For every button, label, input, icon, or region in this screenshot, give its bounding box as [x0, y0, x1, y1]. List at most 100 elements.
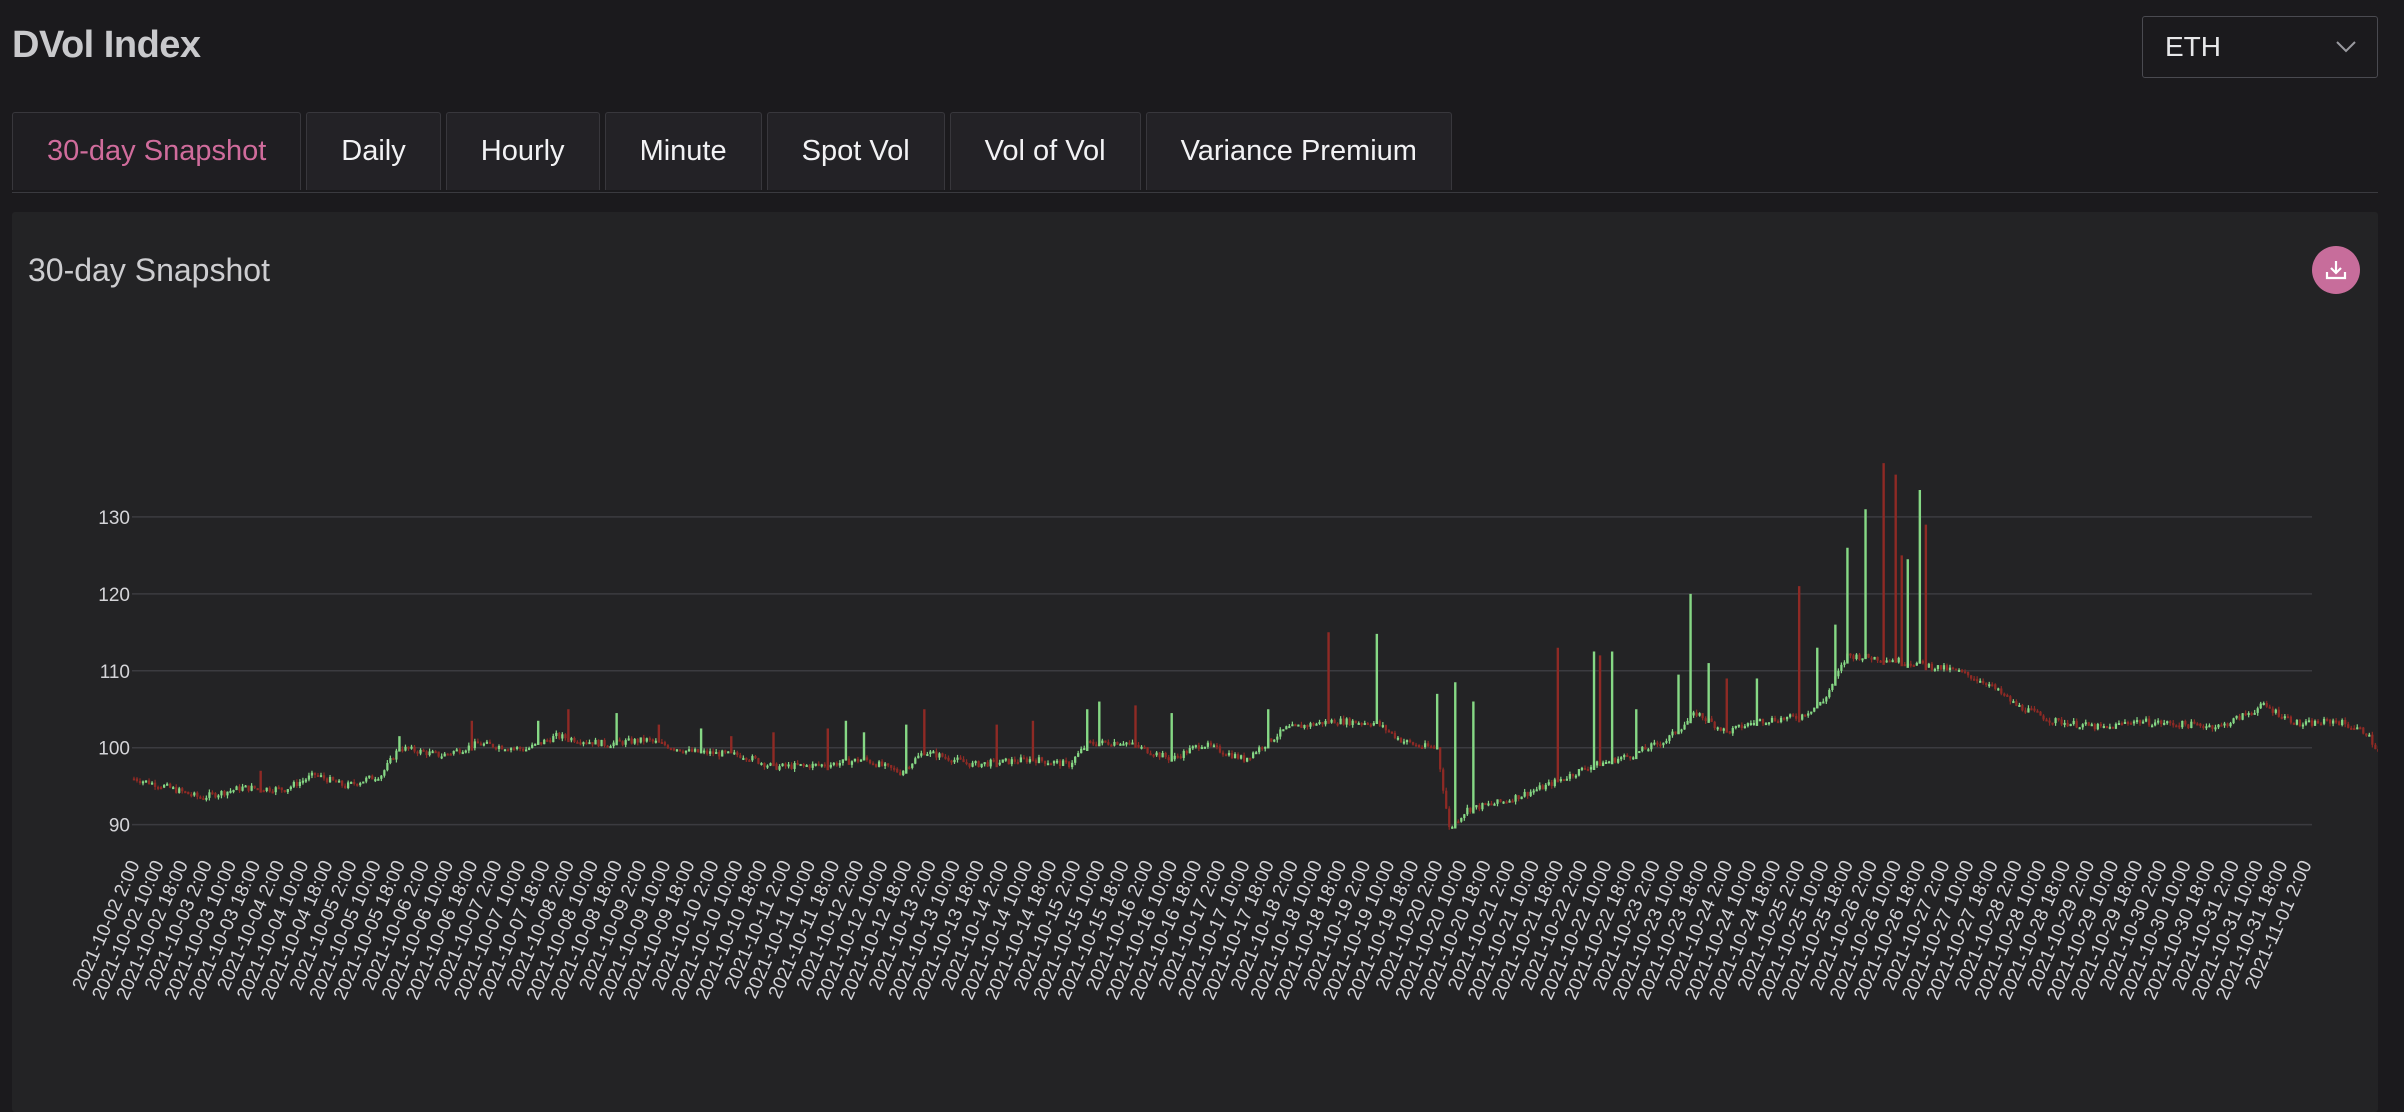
candle — [383, 770, 386, 776]
download-button[interactable] — [2312, 246, 2360, 294]
candle — [2316, 720, 2320, 724]
candle — [277, 787, 280, 790]
candle — [1686, 720, 1689, 725]
candle — [479, 743, 483, 746]
candle — [2141, 721, 2145, 724]
candle — [2262, 702, 2265, 705]
candle — [271, 791, 274, 794]
candle — [328, 776, 332, 783]
candle — [1276, 736, 1279, 740]
candle — [1315, 723, 1318, 726]
candle — [1722, 728, 1725, 731]
candle — [1641, 746, 1644, 752]
candle — [416, 751, 419, 754]
candle — [1867, 653, 1870, 658]
candle — [2175, 725, 2178, 728]
candle — [1297, 724, 1300, 727]
candle — [829, 764, 832, 768]
candle — [1804, 714, 1807, 717]
candle — [766, 765, 769, 768]
candle — [594, 739, 597, 745]
candle — [223, 791, 226, 796]
candle — [141, 781, 145, 784]
candle — [1101, 740, 1104, 744]
candle — [1414, 744, 1418, 747]
candle — [2181, 720, 2184, 728]
candle — [965, 762, 968, 765]
candle — [1152, 754, 1155, 757]
candle — [211, 792, 214, 795]
asset-select[interactable]: ETH — [2142, 16, 2378, 78]
candle — [1828, 690, 1831, 698]
candle — [2069, 724, 2072, 727]
candle — [1994, 684, 1997, 689]
candle — [787, 764, 790, 767]
candle — [347, 782, 350, 789]
candle — [1761, 719, 1765, 724]
candle — [2377, 749, 2378, 752]
candle — [534, 743, 537, 746]
candle — [428, 751, 431, 756]
candle — [582, 742, 585, 745]
candle — [1882, 660, 1885, 663]
candle — [166, 783, 169, 786]
tab-daily[interactable]: Daily — [306, 112, 441, 190]
candle — [1656, 742, 1659, 745]
candle — [528, 747, 531, 750]
tab-hourly[interactable]: Hourly — [445, 112, 600, 190]
candle — [1650, 743, 1653, 750]
candle — [890, 765, 893, 768]
candle — [844, 758, 848, 761]
tab-30-day-snapshot[interactable]: 30-day Snapshot — [12, 112, 302, 190]
candle — [600, 739, 603, 747]
candle — [1556, 779, 1559, 782]
candle — [1568, 774, 1572, 779]
candle — [896, 768, 899, 773]
candle — [226, 791, 229, 796]
candle — [1942, 665, 1946, 670]
candle — [1384, 725, 1388, 731]
tab-vol-of-vol[interactable]: Vol of Vol — [949, 112, 1141, 190]
candle — [1264, 746, 1267, 749]
candle — [440, 756, 443, 759]
candle — [437, 751, 440, 757]
candle — [1864, 653, 1867, 659]
candle — [775, 763, 778, 770]
candle — [196, 792, 199, 797]
candle — [1357, 722, 1360, 725]
candle — [1221, 752, 1225, 755]
candle — [1300, 724, 1303, 728]
candle — [2292, 722, 2296, 725]
candle — [172, 787, 175, 790]
candle — [2295, 719, 2299, 725]
candle — [280, 787, 283, 791]
candle — [389, 758, 392, 763]
candle — [1692, 712, 1695, 716]
candle — [304, 779, 308, 782]
candle — [2024, 710, 2027, 713]
candle — [2328, 719, 2332, 724]
candle — [914, 758, 917, 764]
candle — [2027, 708, 2030, 713]
candle — [1288, 726, 1291, 729]
candle — [458, 749, 461, 754]
candle — [2238, 715, 2241, 720]
candle — [1598, 761, 1602, 766]
candle — [1499, 799, 1502, 802]
candle — [2033, 708, 2036, 711]
tab-spot-vol[interactable]: Spot Vol — [766, 112, 945, 190]
candle — [1870, 657, 1873, 660]
candle — [1366, 722, 1369, 725]
candle — [905, 767, 908, 771]
candle — [1279, 729, 1282, 737]
tab-variance-premium[interactable]: Variance Premium — [1145, 112, 1452, 190]
candle — [588, 742, 591, 745]
candle — [2102, 726, 2105, 729]
candle — [377, 778, 380, 781]
candle — [150, 782, 154, 785]
candle — [687, 749, 691, 752]
tab-minute[interactable]: Minute — [604, 112, 762, 190]
candle — [1792, 714, 1795, 717]
candle — [1924, 663, 1927, 668]
candle — [392, 758, 395, 761]
